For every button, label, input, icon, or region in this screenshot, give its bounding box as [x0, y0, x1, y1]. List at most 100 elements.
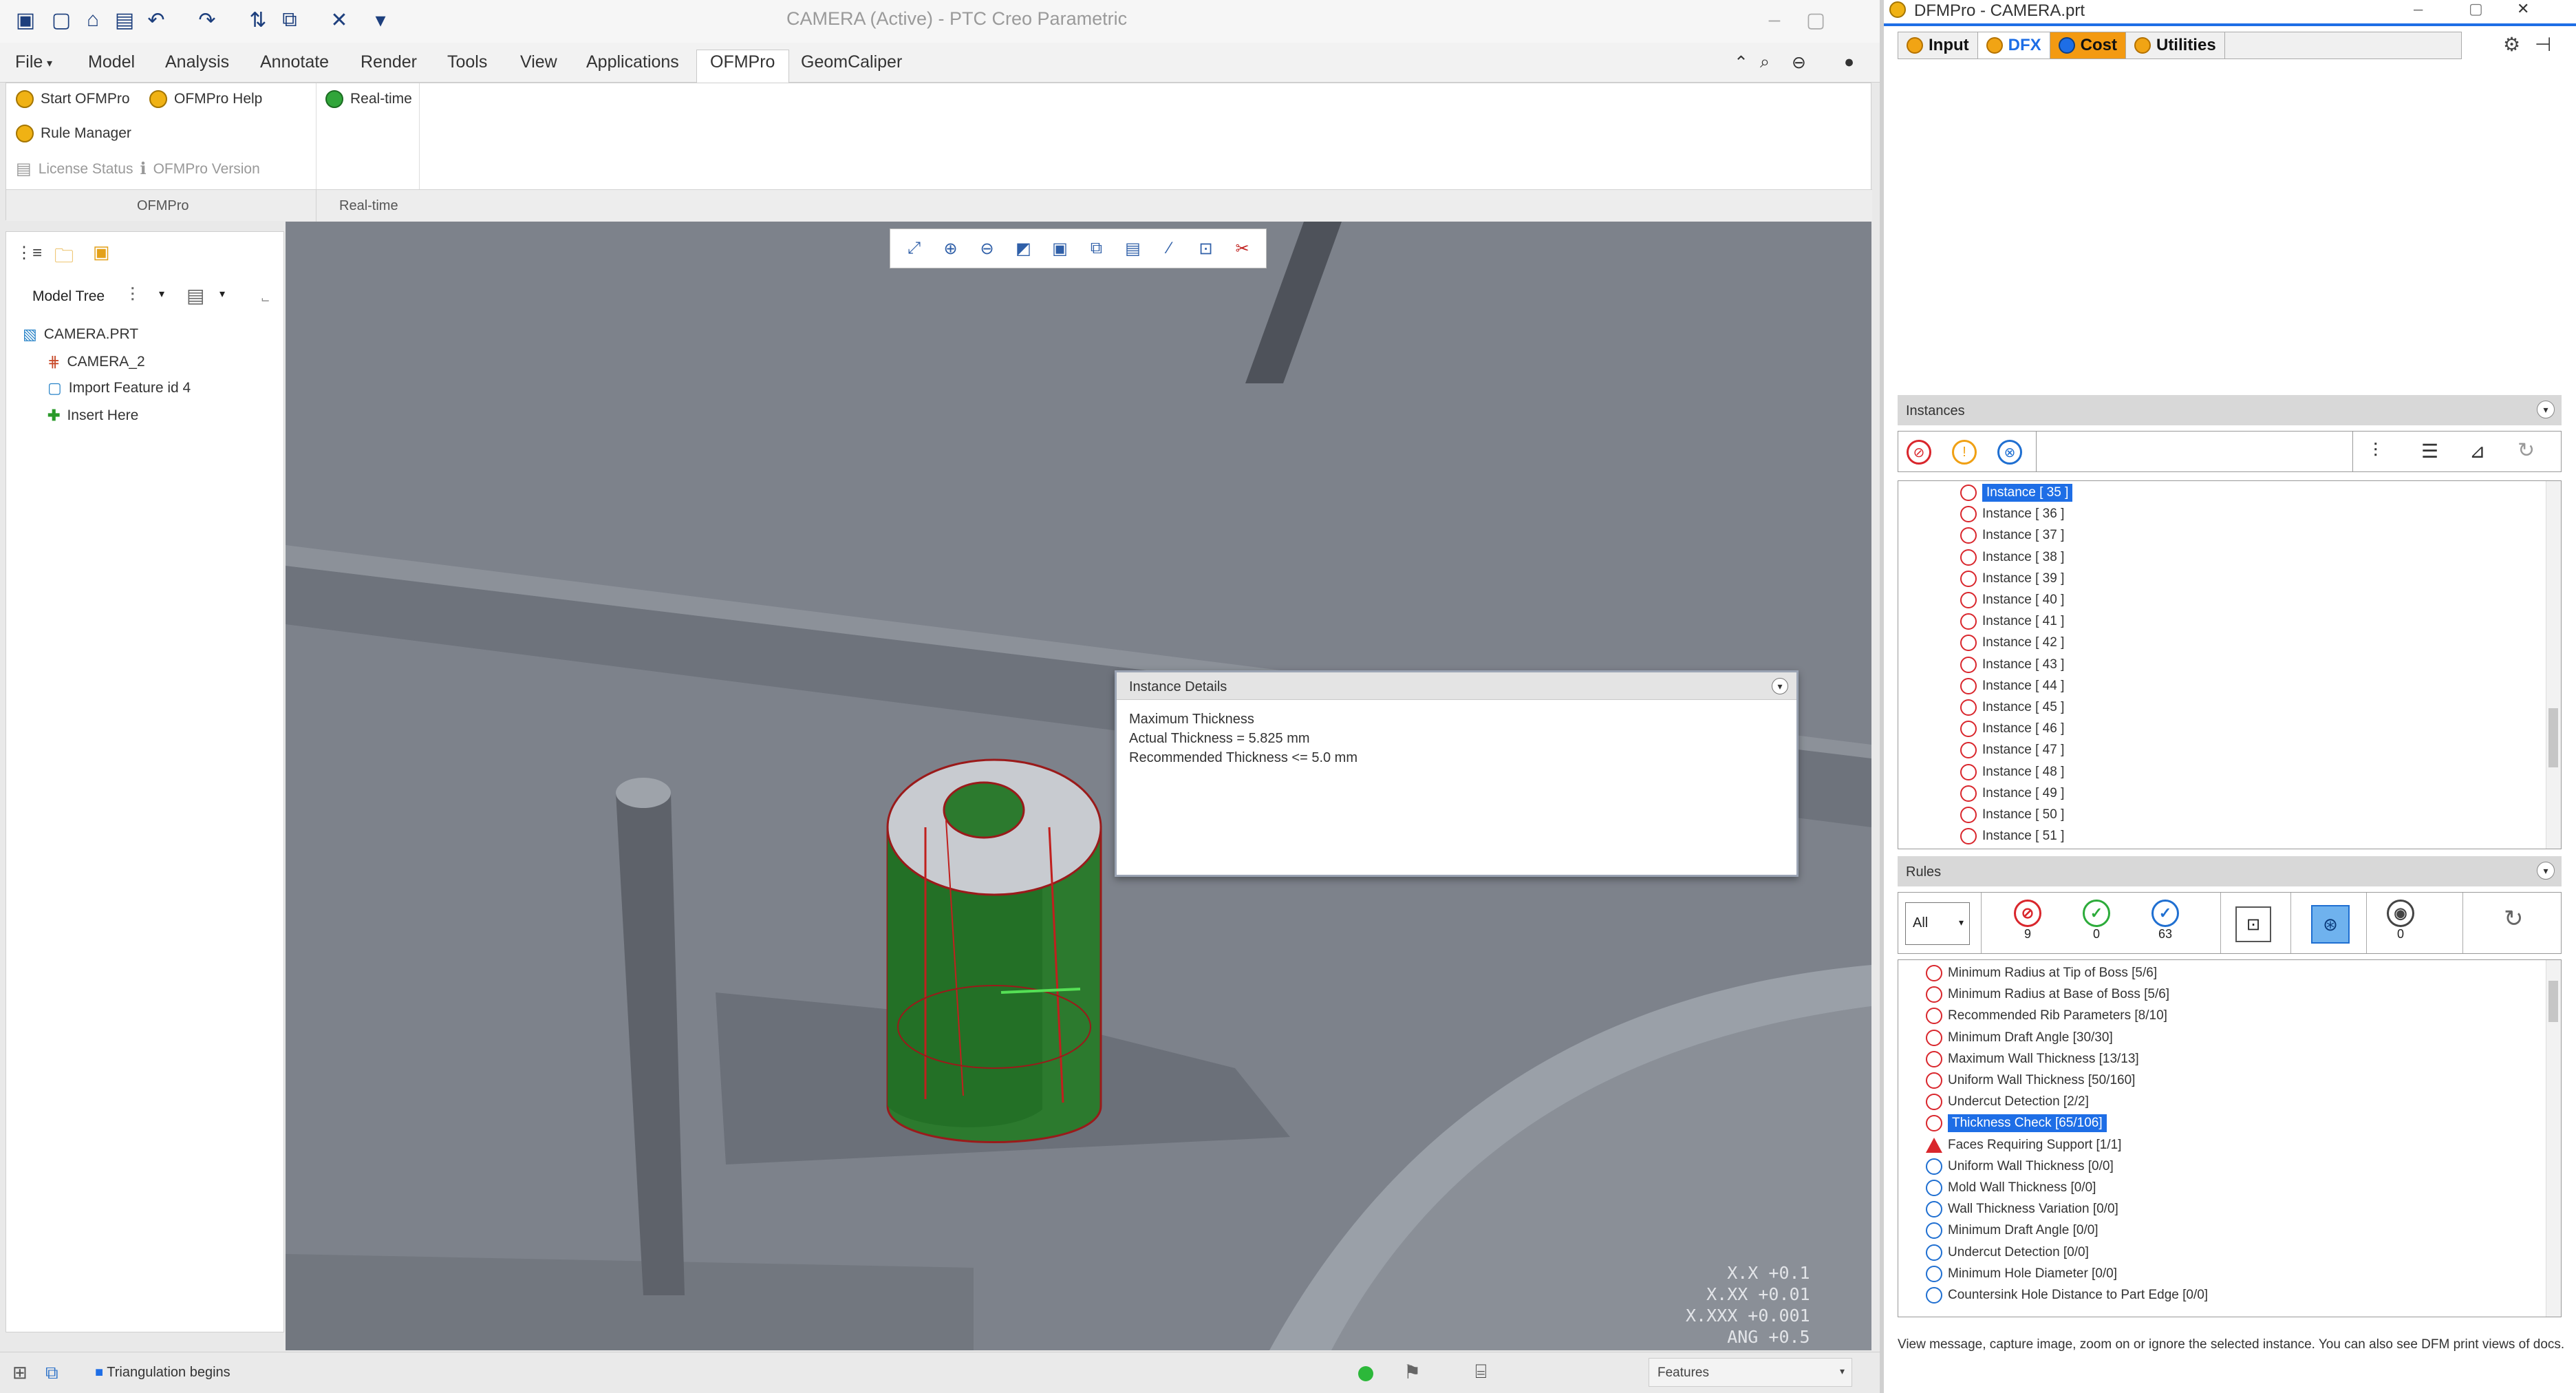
tree-item-import[interactable]: ▢ Import Feature id 4	[47, 379, 191, 397]
rule-row[interactable]: Mold Wall Thickness [0/0]	[1926, 1178, 2096, 1198]
fail-count-button[interactable]: ⊘ 9	[2014, 900, 2041, 942]
repaint-icon[interactable]: ◩	[1010, 235, 1038, 262]
instance-row[interactable]: Instance [ 48 ]	[1960, 762, 2064, 783]
flag-icon[interactable]: ⚑	[1404, 1361, 1421, 1383]
panel-minimize-icon[interactable]: –	[2414, 0, 2423, 19]
rule-row[interactable]: Thickness Check [65/106]	[1926, 1113, 2107, 1134]
rule-row[interactable]: Minimum Hole Diameter [0/0]	[1926, 1264, 2117, 1284]
menu-applications[interactable]: Applications	[586, 52, 679, 72]
instance-row[interactable]: Instance [ 42 ]	[1960, 632, 2064, 653]
menu-file[interactable]: File	[15, 52, 43, 72]
instance-row[interactable]: Instance [ 41 ]	[1960, 611, 2064, 632]
tree-settings-dropdown-icon[interactable]: ▾	[159, 287, 164, 301]
minimize-icon[interactable]: –	[1761, 7, 1788, 33]
rule-row[interactable]: Uniform Wall Thickness [0/0]	[1926, 1156, 2114, 1177]
maximize-icon[interactable]: ▢	[1803, 7, 1829, 33]
rerun-icon[interactable]: ↻	[2504, 905, 2524, 933]
panel-pin-icon[interactable]: ⊣	[2535, 33, 2551, 56]
real-time-button[interactable]: Real-time	[325, 90, 412, 108]
rule-row[interactable]: Wall Thickness Variation [0/0]	[1926, 1199, 2118, 1220]
tab-utilities[interactable]: Utilities	[2126, 32, 2225, 59]
menu-view[interactable]: View	[520, 52, 557, 72]
popup-collapse-icon[interactable]: ▾	[1772, 678, 1788, 694]
instance-row[interactable]: Instance [ 43 ]	[1960, 655, 2064, 675]
find-icon[interactable]: ⌸	[1475, 1361, 1487, 1383]
tree-settings-icon[interactable]: ⫶	[130, 284, 135, 307]
file-dropdown-icon[interactable]: ▾	[47, 56, 52, 70]
capture-image-icon[interactable]: ⊿	[2469, 440, 2485, 462]
zoom-in-icon[interactable]: ⊕	[937, 235, 965, 262]
capture-icon[interactable]: ⊡	[2235, 906, 2271, 942]
ignored-filter-icon[interactable]: ⊗	[1997, 440, 2022, 465]
rule-row[interactable]: Maximum Wall Thickness [13/13]	[1926, 1049, 2139, 1070]
windows-icon[interactable]: ⧉	[277, 7, 303, 33]
save-icon[interactable]: ▤	[111, 7, 138, 33]
rule-row[interactable]: Minimum Radius at Tip of Boss [5/6]	[1926, 963, 2157, 983]
instance-row[interactable]: Instance [ 39 ]	[1960, 568, 2064, 589]
tree-item-root[interactable]: ▧ CAMERA.PRT	[23, 326, 138, 343]
license-status-button[interactable]: ▤ License Status ℹ OFMPro Version	[16, 159, 260, 179]
folder-browser-icon[interactable]: 🗀	[54, 242, 74, 275]
show-dropdown-icon[interactable]: ▾	[219, 287, 225, 301]
instance-row[interactable]: Instance [ 40 ]	[1960, 590, 2064, 610]
pass-count-button[interactable]: ✓ 0	[2083, 900, 2110, 942]
rule-row[interactable]: Minimum Draft Angle [0/0]	[1926, 1220, 2099, 1241]
instance-row[interactable]: Instance [ 51 ]	[1960, 826, 2064, 847]
rule-manager-button[interactable]: Rule Manager	[16, 125, 131, 142]
rule-row[interactable]: Faces Requiring Support [1/1]	[1926, 1135, 2121, 1156]
redo-icon[interactable]: ↷	[194, 7, 220, 33]
regenerate-icon[interactable]: ⇅	[245, 7, 271, 33]
zoom-out-icon[interactable]: ⊖	[974, 235, 1001, 262]
rules-section-header[interactable]: Rules ▾	[1898, 856, 2562, 886]
new-icon[interactable]: ▢	[48, 7, 74, 33]
warning-filter-icon[interactable]: !	[1952, 440, 1977, 465]
menu-annotate[interactable]: Annotate	[260, 52, 329, 72]
tree-item-insert-here[interactable]: ✚ Insert Here	[47, 407, 138, 425]
instance-row[interactable]: Instance [ 35 ]	[1960, 482, 2073, 503]
failed-filter-icon[interactable]: ⊘	[1907, 440, 1931, 465]
collapse-ribbon-icon[interactable]: ⌃	[1734, 52, 1748, 73]
view-manager-icon[interactable]: ▤	[1119, 235, 1147, 262]
help-icon[interactable]: ●	[1844, 52, 1854, 72]
instance-row[interactable]: Instance [ 46 ]	[1960, 719, 2064, 739]
tab-input[interactable]: Input	[1898, 32, 1978, 59]
refit-icon[interactable]: ⤢	[901, 235, 928, 262]
show-icon[interactable]: ▤	[186, 284, 204, 307]
settings-icon[interactable]: ⊖	[1792, 52, 1806, 73]
instances-scrollbar[interactable]	[2546, 481, 2561, 849]
instance-row[interactable]: Instance [ 37 ]	[1960, 525, 2064, 546]
customize-icon[interactable]: ▾	[367, 7, 394, 33]
undo-icon[interactable]: ↶	[143, 7, 169, 33]
instance-row[interactable]: Instance [ 49 ]	[1960, 783, 2064, 804]
spin-center-icon[interactable]: ✂	[1229, 235, 1256, 262]
tree-filter-icon[interactable]: ⌙	[261, 293, 270, 306]
datum-display-icon[interactable]: ⁄	[1156, 235, 1183, 262]
instance-row[interactable]: Instance [ 47 ]	[1960, 740, 2064, 761]
panel-restore-icon[interactable]: ▢	[2469, 0, 2483, 18]
panel-settings-icon[interactable]: ⚙	[2503, 33, 2520, 56]
rules-scrollbar[interactable]	[2546, 960, 2561, 1317]
rule-row[interactable]: Undercut Detection [0/0]	[1926, 1242, 2089, 1263]
model-tree-tab-icon[interactable]: ⋮≡	[16, 243, 42, 263]
list-view-icon[interactable]: ☰	[2421, 440, 2438, 462]
instances-section-header[interactable]: Instances ▾	[1898, 395, 2562, 425]
instance-row[interactable]: Instance [ 50 ]	[1960, 805, 2064, 825]
tab-dfx[interactable]: DFX	[1977, 32, 2050, 59]
refresh-icon[interactable]: ↻	[2518, 438, 2535, 462]
open-icon[interactable]: ⌂	[80, 7, 106, 33]
selection-filter-select[interactable]: Features ▾	[1649, 1358, 1852, 1387]
search-icon[interactable]: ⌕	[1760, 52, 1770, 72]
scroll-thumb[interactable]	[2548, 708, 2558, 767]
start-ofmpro-button[interactable]: Start OFMPro	[16, 90, 130, 108]
instance-row[interactable]: Instance [ 45 ]	[1960, 697, 2064, 718]
rule-row[interactable]: Minimum Radius at Base of Boss [5/6]	[1926, 984, 2169, 1005]
rule-row[interactable]: Minimum Draft Angle [30/30]	[1926, 1028, 2113, 1048]
instance-row[interactable]: Instance [ 38 ]	[1960, 547, 2064, 568]
rules-filter-select[interactable]: All ▾	[1905, 902, 1970, 945]
other-count-button[interactable]: ◉ 0	[2387, 900, 2414, 942]
scroll-thumb[interactable]	[2548, 981, 2558, 1022]
menu-ofmpro[interactable]: OFMPro	[710, 52, 775, 72]
sort-icon[interactable]: ⫶	[2373, 440, 2378, 462]
browser-toggle-icon[interactable]: ⧉	[45, 1362, 58, 1384]
menu-tools[interactable]: Tools	[447, 52, 487, 72]
